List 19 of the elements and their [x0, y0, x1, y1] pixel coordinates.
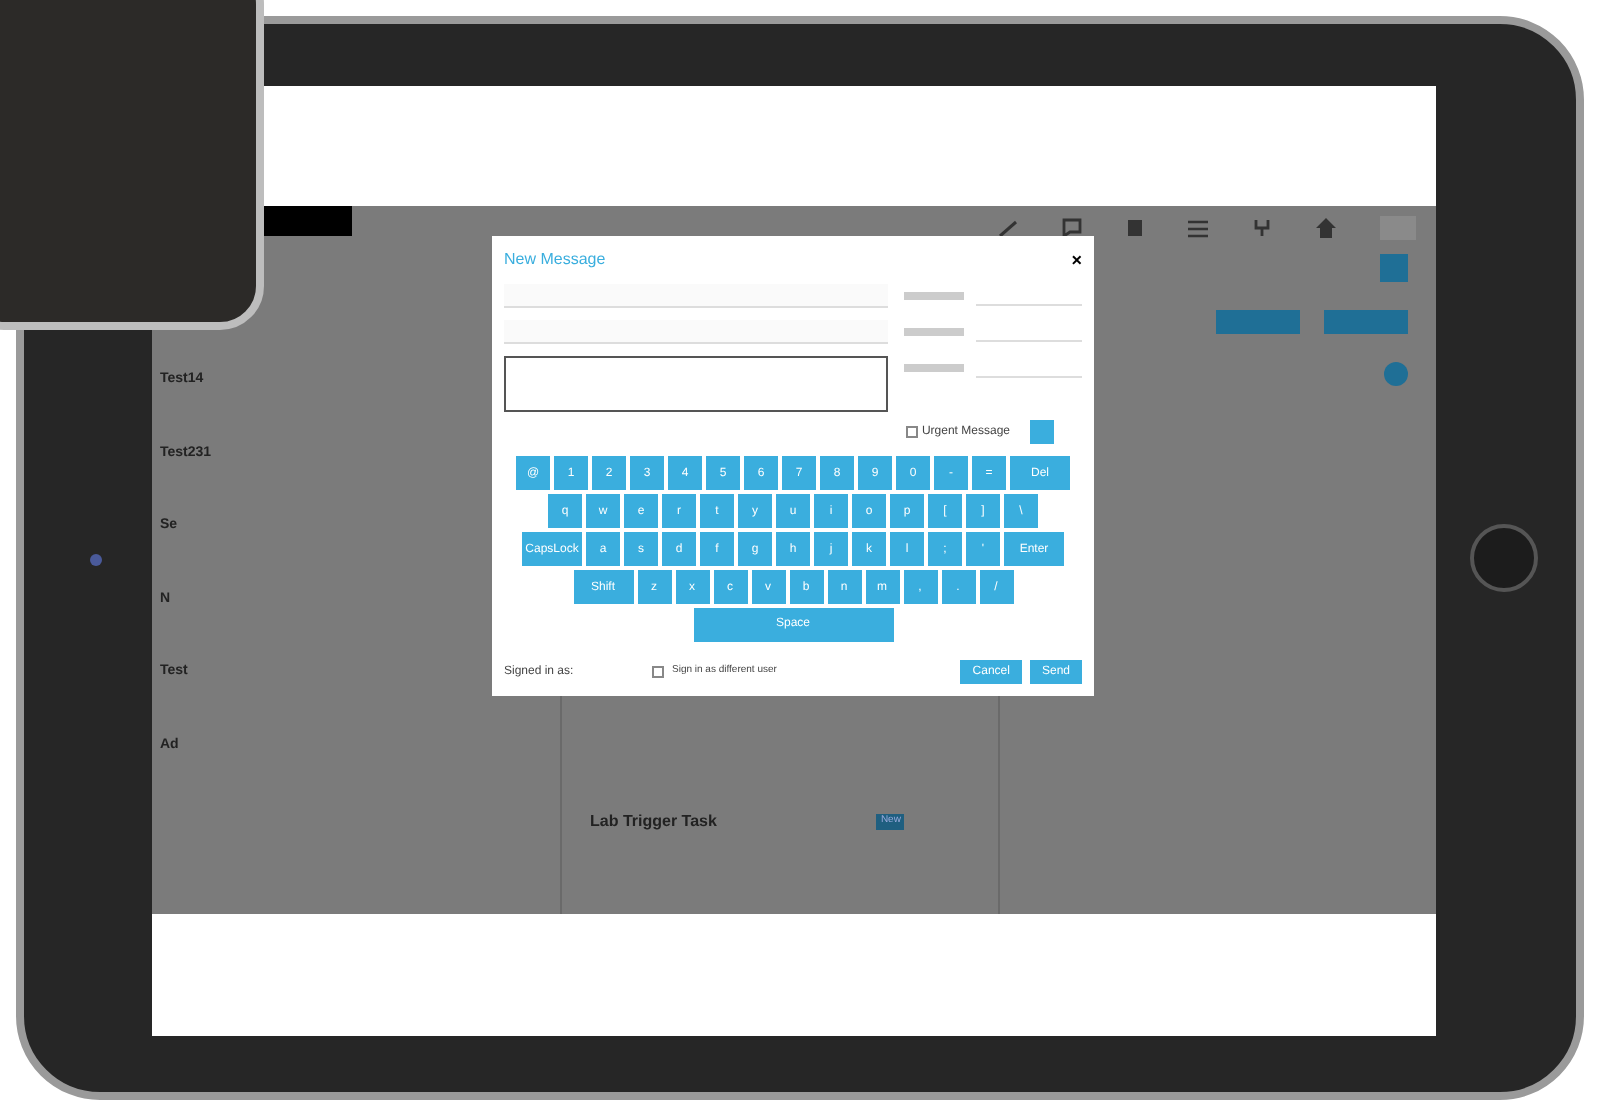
- home-icon[interactable]: [1316, 218, 1336, 238]
- recipients-field[interactable]: [504, 284, 888, 308]
- different-user-checkbox[interactable]: [652, 666, 664, 678]
- dropdown-label-block: [904, 364, 964, 372]
- dropdown-label-block: [904, 328, 964, 336]
- keyboard-toggle-button[interactable]: [1030, 420, 1054, 444]
- toggle-icon[interactable]: [1384, 362, 1408, 386]
- message-field[interactable]: [504, 356, 888, 412]
- dropdown-label-block: [904, 292, 964, 300]
- urgent-checkbox[interactable]: [905, 426, 918, 438]
- task-title[interactable]: Lab Trigger Task: [590, 810, 717, 834]
- subject-field[interactable]: [504, 320, 888, 344]
- chat-icon[interactable]: [1062, 218, 1082, 238]
- network-icon[interactable]: [1252, 218, 1272, 238]
- dialog-title: New Message: [504, 248, 606, 272]
- chart-icon[interactable]: [998, 218, 1018, 238]
- document-icon[interactable]: [1126, 218, 1144, 238]
- close-button[interactable]: ×: [1071, 251, 1082, 269]
- menu-icon[interactable]: [1188, 219, 1208, 237]
